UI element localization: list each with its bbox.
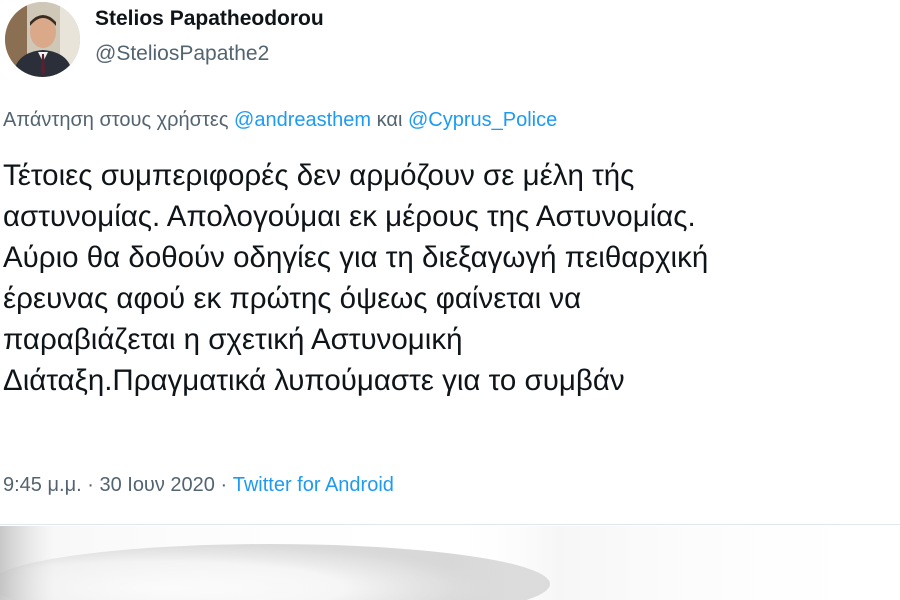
tweet-line: παραβιάζεται η σχετική Αστυνομική	[3, 323, 463, 356]
tweet-meta: 9:45 μ.μ. · 30 Ιουν 2020 · Twitter for A…	[3, 474, 394, 497]
tweet-source[interactable]: Twitter for Android	[233, 474, 394, 496]
tweet-line: Διάταξη.Πραγματικά λυπούμαστε για το συμ…	[3, 364, 625, 397]
tweet-time[interactable]: 9:45 μ.μ.	[3, 474, 82, 496]
divider	[0, 524, 900, 525]
avatar-photo	[5, 2, 80, 77]
avatar[interactable]	[5, 2, 80, 77]
page-curl-shadow	[0, 526, 900, 600]
tweet-page: Stelios Papatheodorou @SteliosPapathe2 Α…	[0, 0, 900, 600]
tweet-line: έρευνας αφού εκ πρώτης όψεως φαίνεται να	[3, 282, 582, 315]
meta-separator: ·	[87, 474, 94, 496]
tweet-text: Τέτοιες συμπεριφορές δεν αρμόζουν σε μέλ…	[3, 155, 900, 401]
meta-separator: ·	[220, 474, 228, 496]
reply-conjunction: και	[376, 109, 403, 131]
mention-andreasthem[interactable]: @andreasthem	[234, 109, 371, 131]
author-name[interactable]: Stelios Papatheodorou	[95, 7, 324, 31]
tweet-line: Αύριο θα δοθούν οδηγίες για τη διεξαγωγή…	[3, 241, 709, 274]
reply-context: Απάντηση στους χρήστες @andreasthem και …	[3, 109, 557, 132]
reply-prefix: Απάντηση στους χρήστες	[3, 109, 229, 131]
mention-cyprus-police[interactable]: @Cyprus_Police	[408, 109, 557, 131]
author-handle[interactable]: @SteliosPapathe2	[95, 42, 269, 66]
tweet-line: Τέτοιες συμπεριφορές δεν αρμόζουν σε μέλ…	[3, 159, 635, 192]
tweet-line: αστυνομίας. Απολογούμαι εκ μέρους της Ασ…	[3, 200, 696, 233]
tweet-date[interactable]: 30 Ιουν 2020	[99, 474, 214, 496]
